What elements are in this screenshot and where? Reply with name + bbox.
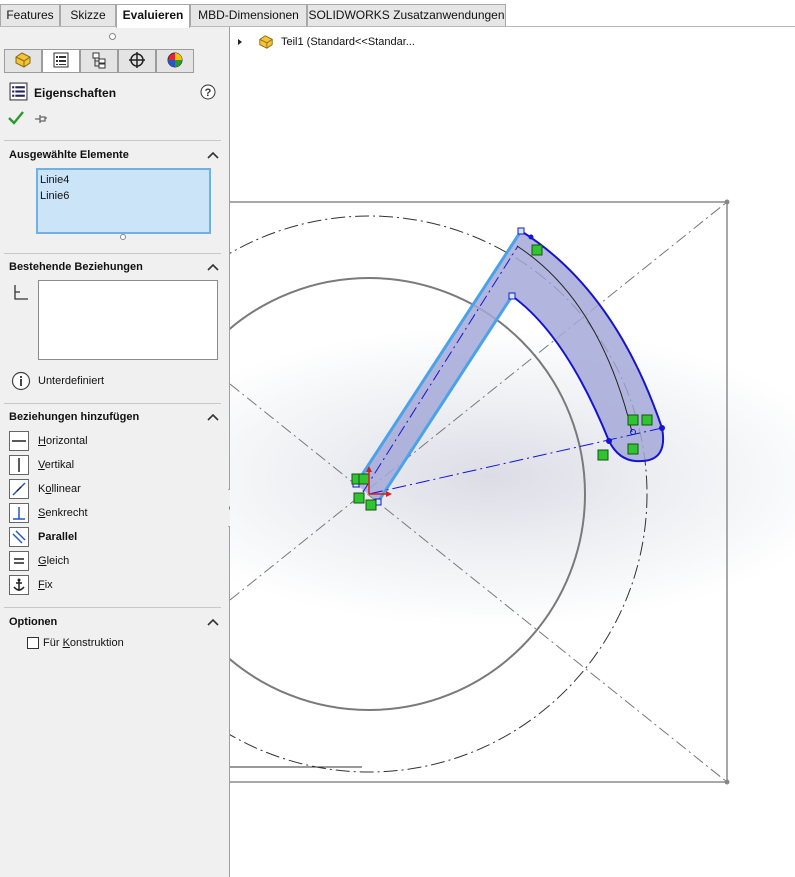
circle-inner[interactable]: [230, 277, 586, 711]
svg-text:?: ?: [205, 87, 212, 99]
diagonal-centerlines[interactable]: [230, 201, 728, 783]
arc-endpoint[interactable]: [606, 438, 612, 444]
mnemonic: H: [38, 435, 46, 447]
list-resize-handle[interactable]: [120, 234, 126, 240]
chevron-up-icon[interactable]: [206, 150, 220, 160]
checkmark-icon[interactable]: [8, 111, 24, 128]
tab-dimxpertmanager[interactable]: [118, 49, 156, 73]
relation-label: Horizontal: [38, 435, 88, 447]
relation-label: Parallel: [38, 531, 78, 543]
relations-icon: [11, 283, 29, 304]
relation-kollinear[interactable]: Kollinear: [9, 478, 209, 500]
relation-horizontal[interactable]: Horizontal: [9, 430, 209, 452]
displaymanager-icon: [166, 51, 184, 72]
propertymanager-title-icon: [9, 82, 28, 104]
label-rest: enkrecht: [45, 507, 88, 519]
arc-endpoint[interactable]: [528, 234, 534, 240]
configurationmanager-icon: [90, 51, 108, 72]
graphics-area[interactable]: Teil1 (Standard<<Standar...: [230, 27, 795, 877]
featuremanager-icon: [13, 51, 33, 72]
mnemonic: V: [38, 459, 45, 471]
corner-point[interactable]: [724, 779, 730, 785]
section-title-add: Beziehungen hinzufügen: [9, 411, 140, 423]
list-item[interactable]: Linie6: [40, 188, 207, 204]
construction-checkbox[interactable]: [27, 637, 39, 649]
mnemonic: K: [62, 637, 70, 649]
label-rest: orizontal: [45, 435, 88, 447]
pushpin-icon[interactable]: [34, 113, 48, 128]
command-manager-tabs: Features Skizze Evaluieren MBD-Dimension…: [0, 0, 795, 28]
tab-featuremanager[interactable]: [4, 49, 42, 73]
tab-displaymanager[interactable]: [156, 49, 194, 73]
perpendicular-icon: [9, 503, 29, 523]
collinear-icon: [9, 479, 29, 499]
tab-evaluieren[interactable]: Evaluieren: [116, 4, 190, 28]
chevron-up-icon[interactable]: [206, 617, 220, 627]
relation-label: Gleich: [38, 555, 69, 567]
chevron-up-icon[interactable]: [206, 412, 220, 422]
endpoint-handle[interactable]: [508, 292, 516, 300]
section-divider: [4, 140, 221, 141]
parallel-icon: [9, 527, 29, 547]
relation-label: Fix: [38, 579, 53, 591]
relation-label: Senkrecht: [38, 507, 88, 519]
relation-gleich[interactable]: Gleich: [9, 550, 209, 572]
section-divider: [4, 403, 221, 404]
propertymanager-icon: [52, 51, 70, 72]
tab-propertymanager[interactable]: [42, 49, 80, 73]
help-icon[interactable]: ?: [200, 84, 216, 103]
chevron-up-icon[interactable]: [206, 262, 220, 272]
section-title-selected: Ausgewählte Elemente: [9, 149, 129, 161]
vertical-icon: [9, 455, 29, 475]
label-rest: onstruktion: [69, 637, 124, 649]
selected-slot-fill[interactable]: [356, 231, 664, 502]
tab-configurationmanager[interactable]: [80, 49, 118, 73]
horizontal-icon: [9, 431, 29, 451]
section-title-existing: Bestehende Beziehungen: [9, 261, 143, 273]
definition-status: Unterdefiniert: [38, 375, 105, 387]
tab-skizze[interactable]: Skizze: [60, 4, 116, 26]
existing-relations-list[interactable]: [38, 280, 218, 360]
construction-label[interactable]: Für Konstruktion: [43, 637, 124, 649]
tab-features[interactable]: Features: [0, 4, 60, 26]
tab-solidworks-addins[interactable]: SOLIDWORKS Zusatzanwendungen: [307, 4, 506, 26]
label-rest: llinear: [51, 483, 81, 495]
panel-grip-handle[interactable]: [109, 33, 116, 40]
mnemonic: F: [38, 579, 45, 591]
panel-title: Eigenschaften: [34, 86, 117, 100]
relation-vertikal[interactable]: Vertikal: [9, 454, 209, 476]
label-pre: Für: [43, 637, 63, 649]
property-manager-panel: Eigenschaften ? Ausgewählte Elemente Lin…: [0, 27, 237, 877]
relation-parallel[interactable]: Parallel: [9, 526, 209, 548]
label-rest: ertikal: [44, 459, 75, 471]
bounding-rectangle[interactable]: [230, 201, 728, 783]
relation-fix[interactable]: Fix: [9, 574, 209, 596]
label-rest: ix: [44, 579, 53, 591]
equal-icon: [9, 551, 29, 571]
label-rest: leich: [46, 555, 70, 567]
relation-label: Kollinear: [38, 483, 81, 495]
arc-endpoint[interactable]: [659, 425, 665, 431]
section-divider: [4, 607, 221, 608]
relation-label: Vertikal: [38, 459, 74, 471]
selected-elements-list[interactable]: Linie4 Linie6: [36, 168, 211, 234]
section-divider: [4, 253, 221, 254]
endpoint-handle[interactable]: [517, 227, 525, 235]
relation-senkrecht[interactable]: Senkrecht: [9, 502, 209, 524]
crosshair-icon: [128, 51, 146, 72]
list-item[interactable]: Linie4: [40, 172, 207, 188]
info-icon: [11, 371, 31, 394]
sketch-canvas: [230, 199, 730, 785]
anchor-icon: [9, 575, 29, 595]
mnemonic: G: [38, 555, 47, 567]
tab-mbd-dimensionen[interactable]: MBD-Dimensionen: [190, 4, 307, 26]
corner-point[interactable]: [724, 199, 730, 205]
section-title-options: Optionen: [9, 616, 58, 628]
